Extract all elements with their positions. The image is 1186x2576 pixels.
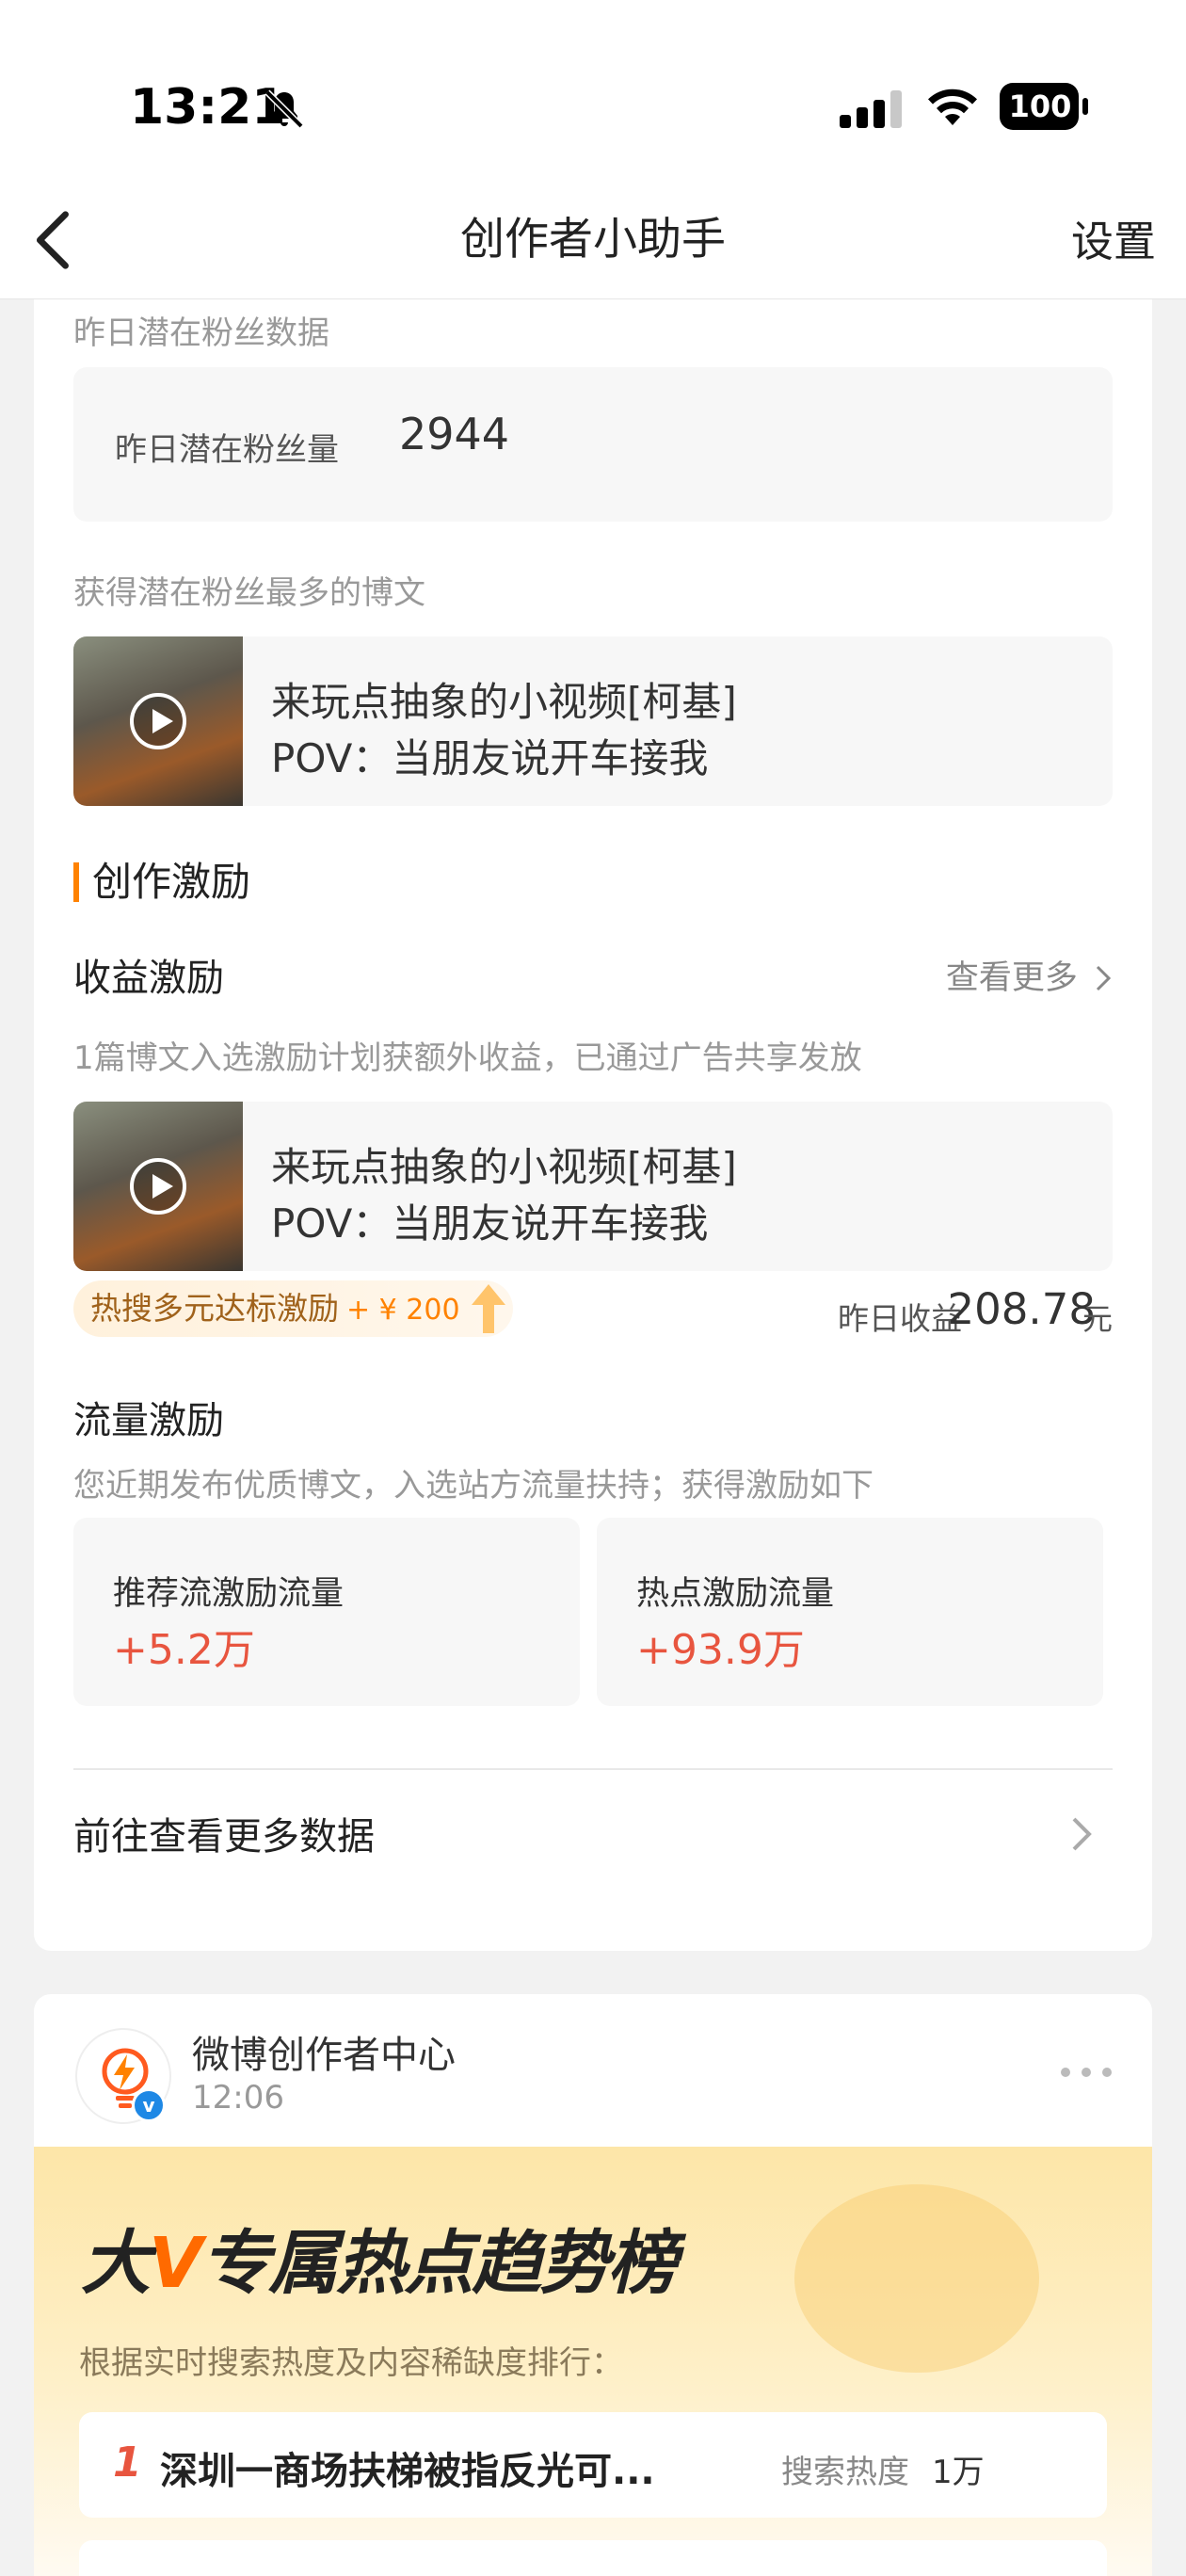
weibo-watermark-icon (794, 2184, 1039, 2373)
rank-title: 深圳一商场扶梯被指反光可... (160, 2450, 655, 2493)
post-title-line1: 来玩点抽象的小视频[柯基] (271, 1144, 737, 1190)
banner-title-prefix: 大 (81, 2223, 151, 2304)
top-post-label: 获得潜在粉丝最多的博文 (73, 574, 425, 612)
yesterday-earnings-value: 208.78 (947, 1284, 1096, 1334)
more-options-icon[interactable] (1058, 2066, 1114, 2079)
chevron-right-icon (1096, 965, 1112, 991)
badge-text: 热搜多元达标激励 (90, 1290, 339, 1327)
income-post-item[interactable]: 来玩点抽象的小视频[柯基] POV：当朋友说开车接我 (73, 1102, 1113, 1271)
income-description: 1篇博文入选激励计划获额外收益，已通过广告共享发放 (73, 1039, 862, 1077)
battery-level: 100 (1008, 89, 1072, 124)
rank-heat-label: 搜索热度 (781, 2454, 909, 2491)
chevron-right-icon[interactable] (1069, 1815, 1094, 1853)
verified-badge-icon: v (132, 2088, 166, 2122)
flow-incentive-title: 流量激励 (73, 1399, 224, 1442)
flow-label: 推荐流激励流量 (113, 1575, 345, 1613)
feed-post-card: v 微博创作者中心 12:06 大V专属热点趋势榜 根据实时搜索热度及内容稀缺度… (34, 1994, 1152, 2576)
view-more-label: 查看更多 (945, 959, 1078, 997)
incentive-section-title: 创作激励 (73, 862, 250, 902)
flow-label: 热点激励流量 (636, 1575, 835, 1613)
signal-icon (840, 90, 902, 128)
fans-summary-box: 昨日潜在粉丝量 2944 (73, 367, 1113, 522)
page-title: 创作者小助手 (460, 214, 726, 266)
view-more-data-link[interactable]: 前往查看更多数据 (73, 1806, 375, 1860)
flow-description: 您近期发布优质博文，入选站方流量扶持；获得激励如下 (73, 1467, 873, 1505)
account-name[interactable]: 微博创作者中心 (192, 2024, 456, 2079)
settings-button[interactable]: 设置 (1071, 213, 1156, 271)
play-icon (130, 693, 186, 749)
flow-card-recommend: 推荐流激励流量 +5.2万 (73, 1518, 580, 1706)
view-more-link[interactable]: 查看更多 (946, 951, 1113, 999)
bell-muted-icon (264, 89, 304, 129)
play-icon (130, 1158, 186, 1215)
post-title-line1: 来玩点抽象的小视频[柯基] (271, 679, 737, 725)
income-incentive-title: 收益激励 (73, 957, 224, 1000)
banner-title-v: V (149, 2223, 202, 2304)
rank-number: 1 (113, 2439, 142, 2487)
top-bar: 13:21 100 创作者小助手 设置 (0, 0, 1186, 299)
fans-section-label: 昨日潜在粉丝数据 (73, 314, 329, 352)
up-arrow-icon (471, 1284, 505, 1333)
video-thumbnail (73, 636, 243, 806)
yesterday-earnings-label: 昨日收益 (838, 1300, 962, 1337)
yesterday-earnings-unit: 元 (1082, 1301, 1113, 1337)
wifi-icon (928, 89, 977, 125)
top-post-item[interactable]: 来玩点抽象的小视频[柯基] POV：当朋友说开车接我 (73, 636, 1113, 806)
badge-amount: + ¥ 200 (346, 1294, 460, 1327)
post-time: 12:06 (192, 2079, 284, 2117)
banner-subtitle: 根据实时搜索热度及内容稀缺度排行： (79, 2344, 623, 2382)
rank-row[interactable] (79, 2540, 1107, 2576)
post-title-line2: POV：当朋友说开车接我 (271, 1200, 709, 1247)
creator-data-card: 昨日潜在粉丝数据 昨日潜在粉丝量 2944 获得潜在粉丝最多的博文 来玩点抽象的… (34, 273, 1152, 1951)
video-thumbnail (73, 1102, 243, 1271)
banner-title-rest: 专属热点趋势榜 (200, 2223, 677, 2304)
post-title-line2: POV：当朋友说开车接我 (271, 735, 709, 781)
rank-row[interactable]: 1 深圳一商场扶梯被指反光可... 搜索热度 1万 (79, 2412, 1107, 2518)
fans-label: 昨日潜在粉丝量 (115, 431, 339, 469)
banner-title: 大V专属热点趋势榜 (81, 2207, 677, 2308)
trending-banner[interactable]: 大V专属热点趋势榜 根据实时搜索热度及内容稀缺度排行： 1 深圳一商场扶梯被指反… (34, 2147, 1152, 2576)
hot-search-incentive-badge: 热搜多元达标激励 + ¥ 200 (73, 1280, 513, 1337)
flow-card-hotspot: 热点激励流量 +93.9万 (597, 1518, 1103, 1706)
rank-heat-value: 1万 (932, 2454, 985, 2491)
flow-value: +93.9万 (636, 1626, 805, 1674)
fans-value: 2944 (399, 409, 510, 459)
flow-value: +5.2万 (113, 1626, 255, 1674)
divider (73, 1768, 1113, 1770)
